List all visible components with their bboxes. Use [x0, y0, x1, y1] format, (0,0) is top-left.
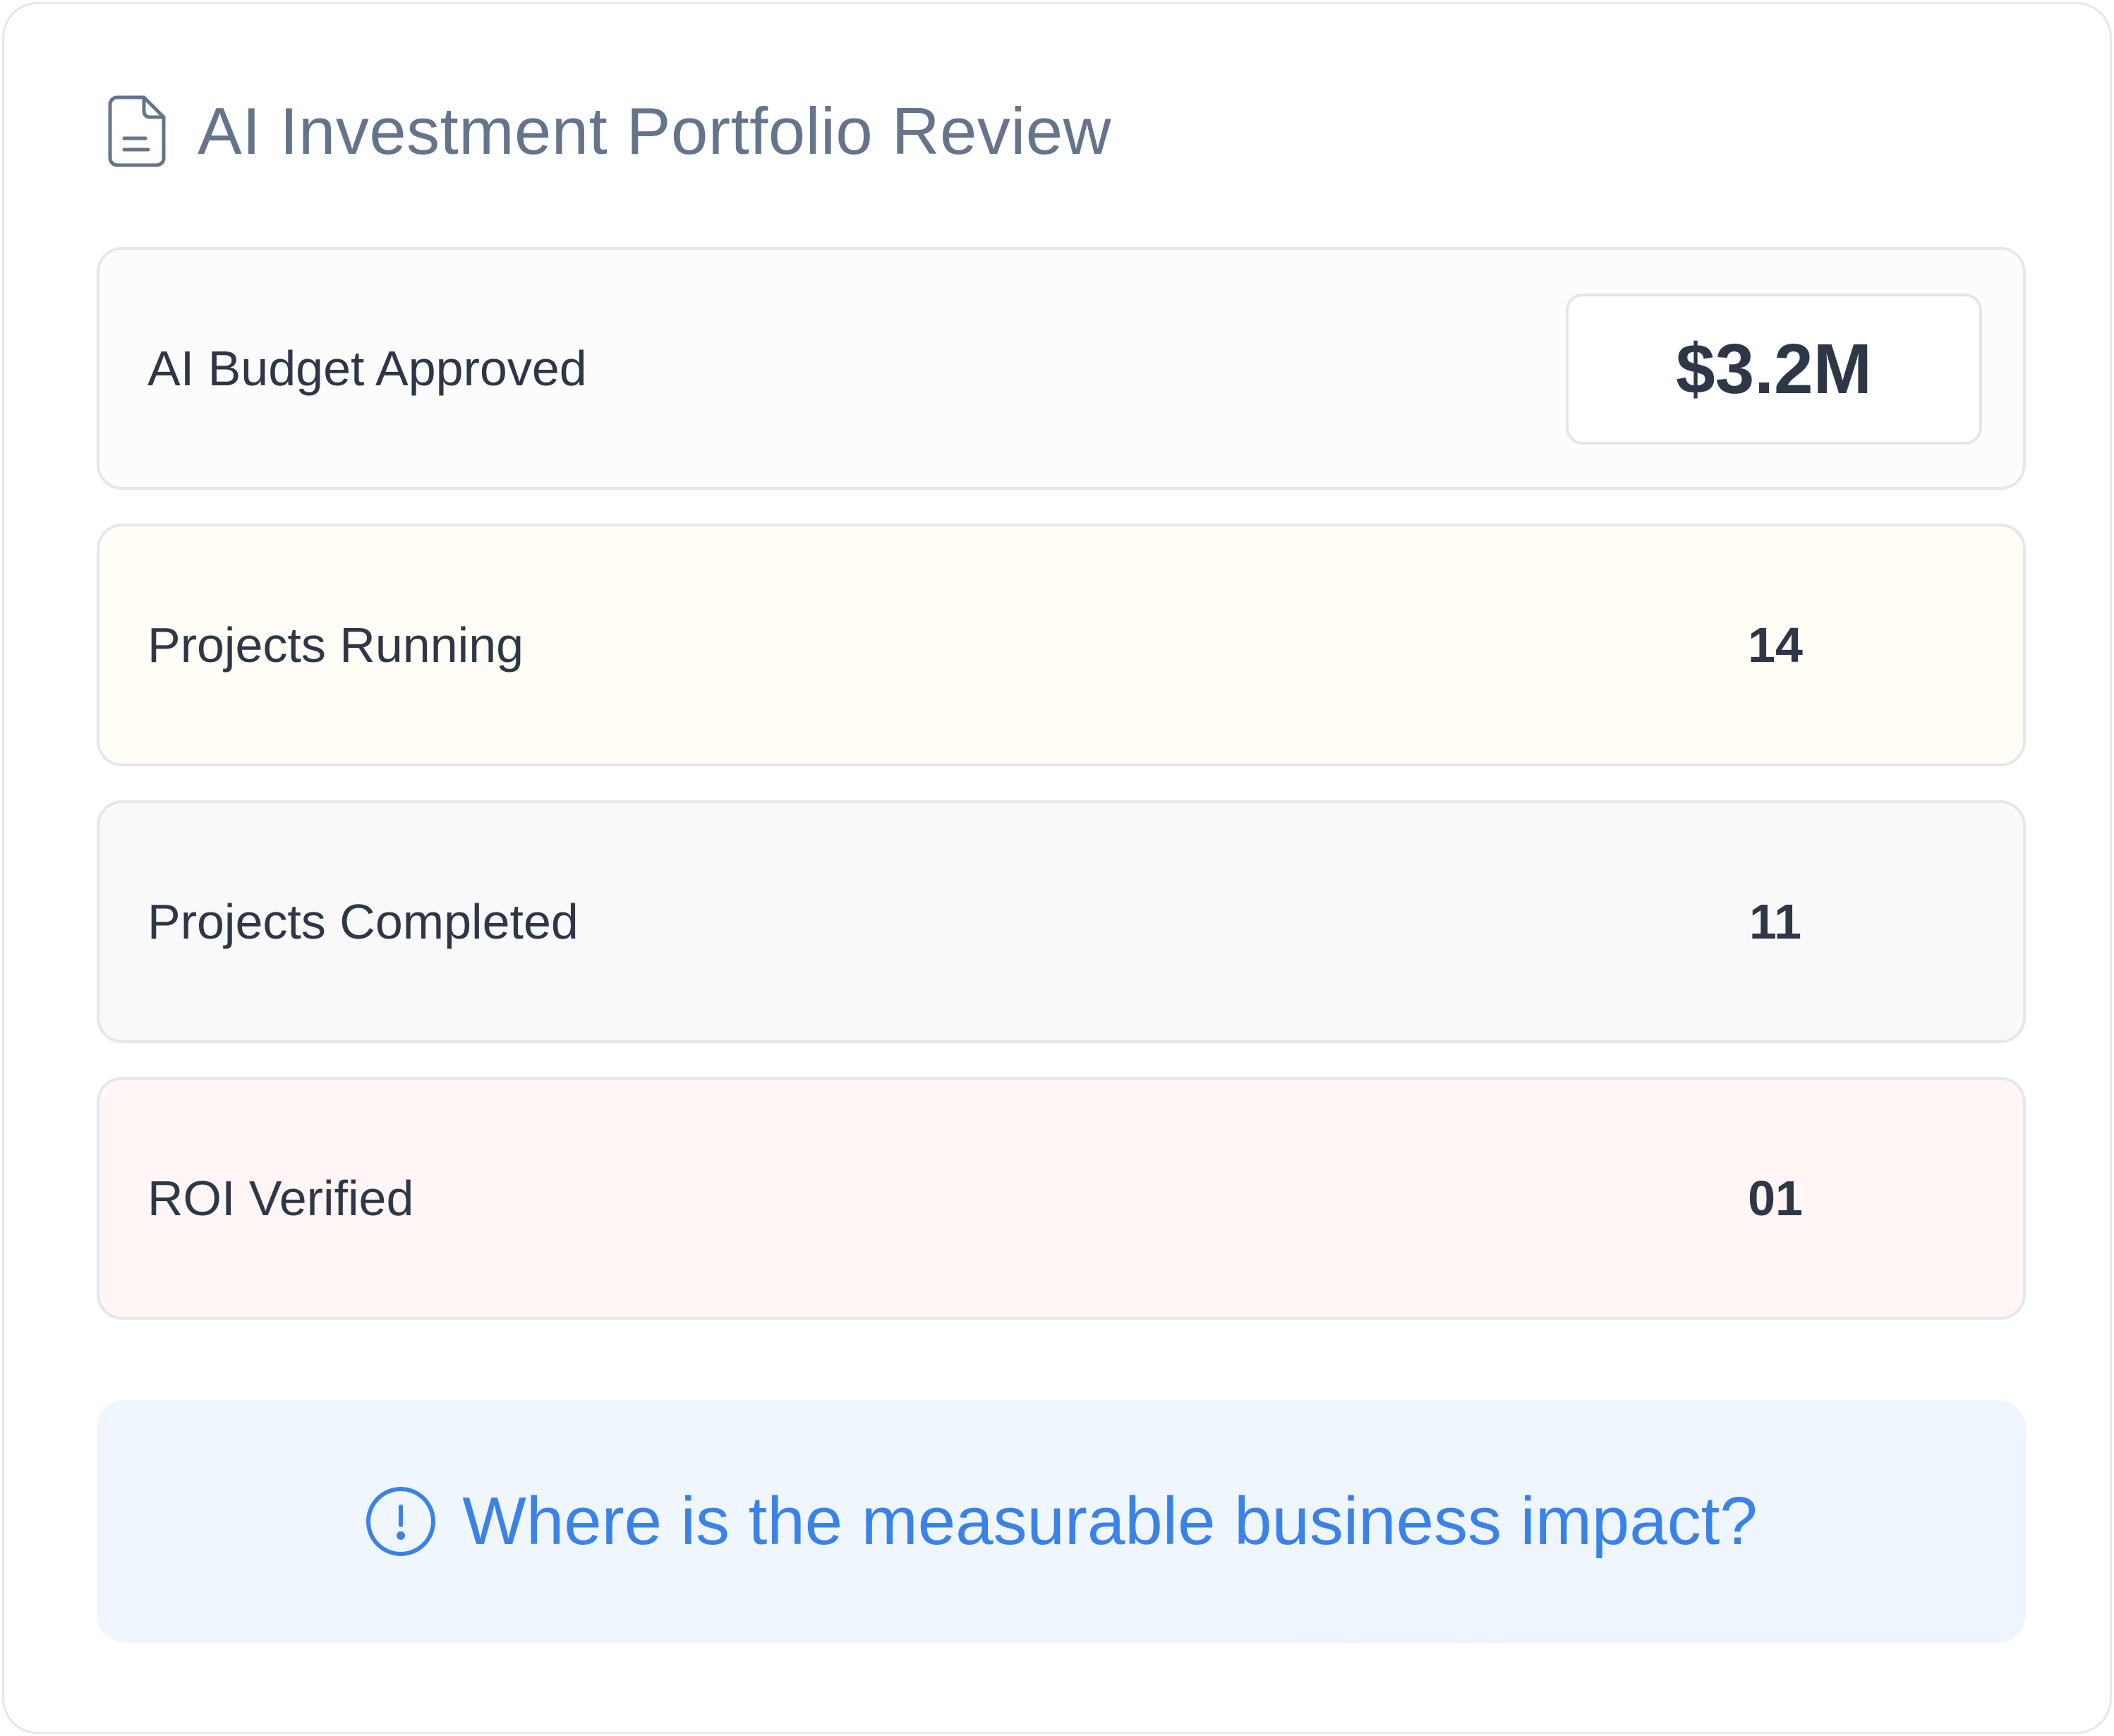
metric-row-projects-running: Projects Running 14: [97, 524, 2026, 766]
metric-row-roi-verified: ROI Verified 01: [97, 1077, 2026, 1320]
metric-value-roi: 01: [1748, 1171, 1803, 1226]
metric-label: ROI Verified: [147, 1171, 414, 1226]
document-icon: [104, 93, 169, 169]
alert-circle-icon: [365, 1485, 437, 1557]
metric-value-running: 14: [1748, 617, 1803, 673]
portfolio-review-card: AI Investment Portfolio Review AI Budget…: [2, 2, 2112, 1734]
metric-label: Projects Running: [147, 617, 524, 673]
page-title: AI Investment Portfolio Review: [198, 94, 1111, 168]
metric-row-budget-approved: AI Budget Approved $3.2M: [97, 247, 2026, 490]
metric-label: AI Budget Approved: [147, 341, 587, 396]
card-header: AI Investment Portfolio Review: [104, 75, 1111, 188]
metric-value-budget: $3.2M: [1566, 294, 1982, 445]
impact-callout: Where is the measurable business impact?: [97, 1400, 2026, 1643]
callout-text: Where is the measurable business impact?: [462, 1483, 1758, 1559]
metric-value-completed: 11: [1749, 894, 1801, 949]
metric-label: Projects Completed: [147, 894, 579, 949]
metric-row-projects-completed: Projects Completed 11: [97, 800, 2026, 1043]
